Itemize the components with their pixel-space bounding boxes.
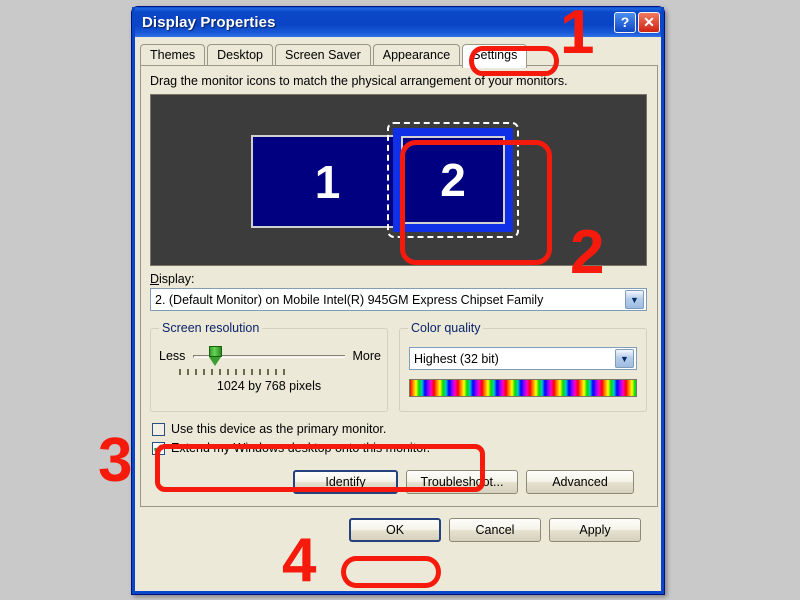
arrangement-hint: Drag the monitor icons to match the phys…	[150, 74, 568, 88]
annotation-step-1: 1	[560, 0, 595, 67]
monitor-1-number: 1	[314, 155, 341, 208]
color-quality-group: Color quality Highest (32 bit) ▼	[399, 321, 647, 412]
tab-screen-saver[interactable]: Screen Saver	[275, 44, 371, 66]
chevron-down-icon[interactable]: ▼	[625, 290, 644, 309]
chevron-down-icon[interactable]: ▼	[615, 349, 634, 368]
monitor-icon-1[interactable]: 1	[251, 135, 404, 228]
extend-desktop-label: Extend my Windows desktop onto this moni…	[171, 441, 431, 455]
primary-monitor-checkbox-row[interactable]: Use this device as the primary monitor.	[152, 422, 386, 436]
slider-thumb-body	[209, 346, 223, 357]
cancel-button[interactable]: Cancel	[449, 518, 541, 542]
slider-less-label: Less	[159, 349, 186, 363]
color-spectrum-strip	[409, 379, 637, 397]
screen-resolution-group-label: Screen resolution	[159, 321, 263, 335]
troubleshoot-button[interactable]: Troubleshoot...	[406, 470, 518, 494]
window-title: Display Properties	[142, 13, 276, 31]
help-icon[interactable]: ?	[614, 11, 636, 33]
advanced-button[interactable]: Advanced	[526, 470, 634, 494]
tab-desktop[interactable]: Desktop	[207, 44, 274, 66]
display-label-text: isplay:	[159, 272, 195, 286]
extend-desktop-checkbox-row[interactable]: ✔ Extend my Windows desktop onto this mo…	[152, 441, 430, 455]
resolution-value-text: 1024 by 768 pixels	[216, 379, 322, 393]
color-quality-value: Highest (32 bit)	[414, 351, 499, 366]
slider-more-label: More	[352, 349, 381, 363]
slider-thumb[interactable]	[209, 346, 223, 366]
annotation-step-4: 4	[282, 526, 317, 595]
tab-settings[interactable]: Settings	[462, 44, 528, 68]
screenshot-root: Display Properties ? ✕ Themes Desktop Sc…	[0, 0, 800, 600]
display-select[interactable]: 2. (Default Monitor) on Mobile Intel(R) …	[150, 288, 647, 311]
display-label: Display:	[150, 272, 195, 286]
annotation-step-3: 3	[98, 426, 133, 495]
tab-themes[interactable]: Themes	[140, 44, 206, 66]
color-quality-select[interactable]: Highest (32 bit) ▼	[409, 347, 637, 370]
primary-monitor-checkbox[interactable]	[152, 422, 165, 436]
identify-button[interactable]: Identify	[293, 470, 398, 494]
screen-resolution-group: Screen resolution Less More 1024 by 768 …	[150, 321, 388, 412]
ok-button[interactable]: OK	[349, 518, 441, 542]
annotation-step-2: 2	[570, 218, 605, 287]
slider-ticks	[179, 369, 287, 375]
display-select-value: 2. (Default Monitor) on Mobile Intel(R) …	[155, 292, 544, 307]
apply-button[interactable]: Apply	[549, 518, 641, 542]
resolution-slider-row: Less More	[159, 345, 381, 367]
color-quality-group-label: Color quality	[408, 321, 484, 335]
slider-thumb-tip	[209, 357, 222, 366]
resolution-slider[interactable]	[193, 345, 345, 367]
display-properties-dialog: Display Properties ? ✕ Themes Desktop Sc…	[131, 6, 665, 595]
tab-appearance[interactable]: Appearance	[372, 44, 461, 66]
extend-desktop-checkbox[interactable]: ✔	[152, 440, 165, 456]
checkmark-icon: ✔	[153, 440, 164, 456]
monitor-2-selection-marquee	[387, 122, 519, 238]
close-icon[interactable]: ✕	[638, 11, 660, 33]
primary-monitor-label: Use this device as the primary monitor.	[171, 422, 387, 436]
